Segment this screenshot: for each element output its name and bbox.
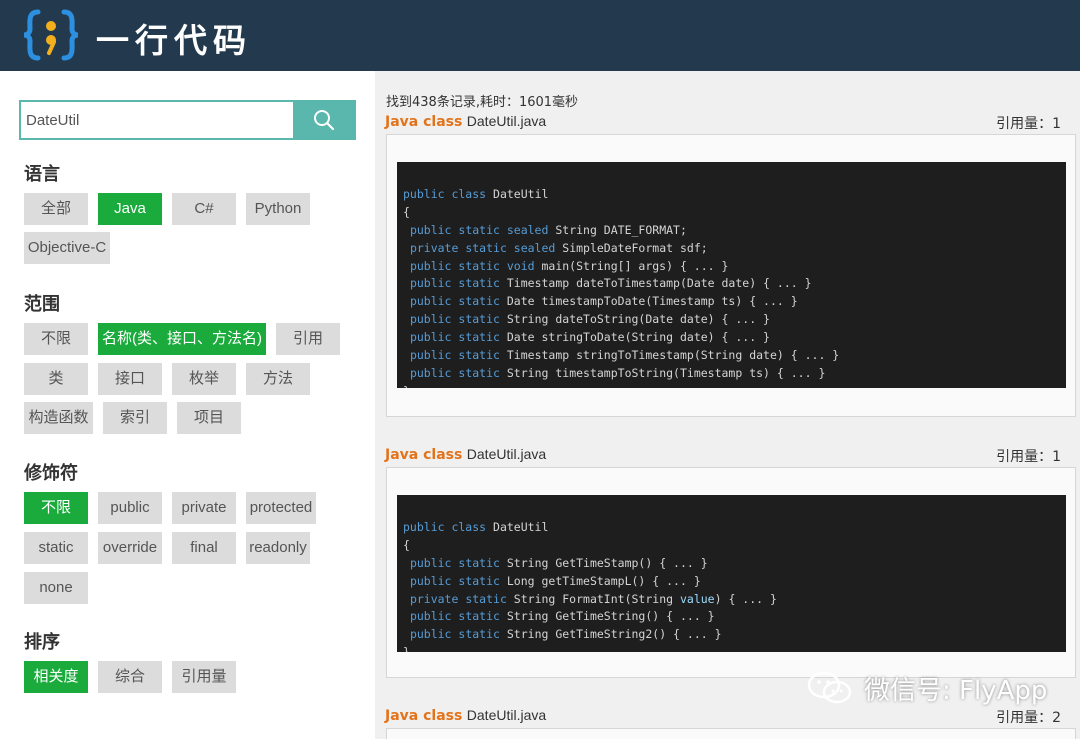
language-section-title: 语言 [24,164,60,185]
result-header: Java class DateUtil.java 引用量：2 [385,707,1065,726]
code-block: public class DateUtil { public static Str… [397,495,1066,652]
search-icon [313,110,334,131]
scope-option-enum[interactable]: 枚举 [172,363,236,395]
result-kind: Java class [385,447,463,463]
watermark-text: 微信号: FlyApp [864,675,1048,706]
scope-option-project[interactable]: 项目 [177,402,241,434]
result-header: Java class DateUtil.java 引用量：1 [385,446,1065,465]
code-line: public static void main(String[] args) {… [409,258,729,273]
code-line: public static String GetTimeString() { .… [409,609,715,624]
result-card: public class DateUtil { public static sea… [386,134,1076,417]
wechat-watermark: 微信号: FlyApp [806,668,1047,708]
scope-option-name[interactable]: 名称(类、接口、方法名) [98,323,266,355]
code-line: public static String GetTimeStamp() { ..… [409,555,708,570]
code-line: } [403,383,1060,388]
language-option-java[interactable]: Java [98,193,162,225]
code-line: private static String FormatInt(String v… [409,591,777,606]
result-header: Java class DateUtil.java 引用量：1 [385,113,1065,132]
result-file-link[interactable]: DateUtil.java [467,707,546,723]
top-header: 一行代码 [0,0,1080,71]
result-file-link[interactable]: DateUtil.java [467,446,546,462]
result-card: public class DateUtil { public static Str… [386,467,1076,678]
modifier-option-readonly[interactable]: readonly [246,532,310,564]
modifier-option-static[interactable]: static [24,532,88,564]
code-line: public static String timestampToString(T… [409,365,826,380]
result-stats: 找到438条记录,耗时：1601毫秒 [386,95,579,110]
result-file-link[interactable]: DateUtil.java [467,113,546,129]
scope-option-reference[interactable]: 引用 [276,323,340,355]
language-option-all[interactable]: 全部 [24,193,88,225]
language-option-objective-c[interactable]: Objective-C [24,232,110,264]
sort-option-references[interactable]: 引用量 [172,661,236,693]
language-option-python[interactable]: Python [246,193,310,225]
code-line: public static Timestamp stringToTimestam… [409,348,840,363]
brand-name[interactable]: 一行代码 [96,14,252,62]
code-line: { [403,204,410,219]
scope-section-title: 范围 [24,294,60,315]
code-line: public static Long getTimeStampL() { ...… [409,573,701,588]
code-line: public static Timestamp dateToTimestamp(… [409,276,812,291]
sort-option-combined[interactable]: 综合 [98,661,162,693]
search-box [19,100,356,140]
modifier-option-private[interactable]: private [172,492,236,524]
result-ref-count: 引用量：1 [996,449,1061,465]
result-kind: Java class [385,114,463,130]
language-option-csharp[interactable]: C# [172,193,236,225]
result-ref-count: 引用量：1 [996,116,1061,132]
modifier-option-any[interactable]: 不限 [24,492,88,524]
scope-option-any[interactable]: 不限 [24,323,88,355]
modifier-option-none[interactable]: none [24,572,88,604]
modifier-option-final[interactable]: final [172,532,236,564]
code-block: public class DateUtil { public static sea… [397,162,1066,388]
modifier-option-protected[interactable]: protected [246,492,316,524]
result-kind: Java class [385,708,463,724]
result-ref-count: 引用量：2 [996,710,1061,726]
modifier-option-public[interactable]: public [98,492,162,524]
braces-semicolon-logo-icon[interactable] [22,9,80,61]
search-button[interactable] [293,102,354,138]
code-line: public class DateUtil [403,519,549,534]
scope-option-method[interactable]: 方法 [246,363,310,395]
code-text: DateUtil [493,186,549,201]
sort-option-relevance[interactable]: 相关度 [24,661,88,693]
result-card [386,728,1076,739]
code-line: public static sealed String DATE_FORMAT; [409,222,687,237]
sort-section-title: 排序 [24,632,60,653]
modifier-option-override[interactable]: override [98,532,162,564]
code-line: } [403,644,1060,652]
scope-option-constructor[interactable]: 构造函数 [24,402,93,434]
code-line: private static sealed SimpleDateFormat s… [409,240,708,255]
code-line: public static Date stringToDate(String d… [409,330,770,345]
code-line: public class DateUtil [403,186,549,201]
code-line: { [403,537,410,552]
modifier-section-title: 修饰符 [24,463,78,484]
scope-option-class[interactable]: 类 [24,363,88,395]
code-line: public static String dateToString(Date d… [409,312,770,327]
code-line: public static String GetTimeString2() { … [409,627,722,642]
scope-option-index[interactable]: 索引 [103,402,167,434]
search-input[interactable] [21,102,295,138]
wechat-icon [807,671,852,704]
scope-option-interface[interactable]: 接口 [98,363,162,395]
code-line: public static Date timestampToDate(Times… [409,294,798,309]
